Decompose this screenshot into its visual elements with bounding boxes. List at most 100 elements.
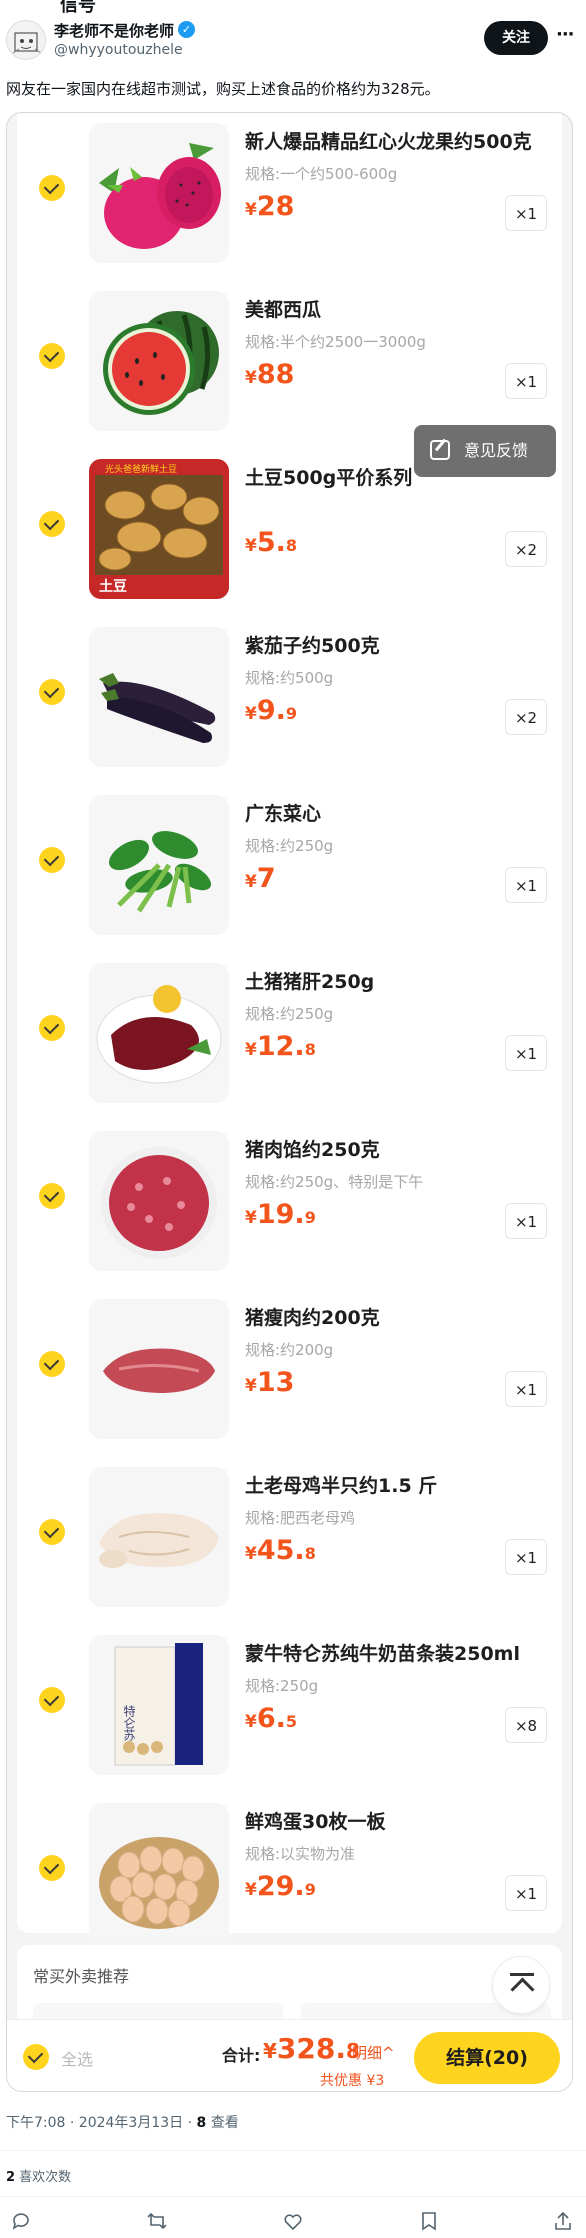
item-checkbox[interactable] <box>39 1687 65 1713</box>
item-checkbox[interactable] <box>39 847 65 873</box>
cart-item: 土猪猪肝250g 规格:约250g ¥12.8 ×1 <box>17 953 562 1121</box>
product-price: ¥12.8 <box>245 1031 316 1062</box>
views-count: 8 <box>196 2115 207 2131</box>
product-name[interactable]: 新人爆品精品红心火龙果约500克 <box>245 127 532 154</box>
bookmark-icon[interactable] <box>418 2210 440 2232</box>
cart-item: 猪肉馅约250克 规格:约250g、特别是下午 ¥19.9 ×1 <box>17 1121 562 1289</box>
cart-item: 新人爆品精品红心火龙果约500克 规格:一个约500-600g ¥28 ×1 <box>17 113 562 281</box>
cart-item: 鲜鸡蛋30枚一板 规格:以实物为准 ¥29.9 ×1 <box>17 1793 562 1961</box>
feedback-button[interactable]: 意见反馈 <box>414 425 556 477</box>
product-image-eggplant[interactable] <box>89 627 229 767</box>
product-spec: 规格:约250g <box>245 1005 334 1023</box>
likes-summary[interactable]: 2 喜欢次数 <box>6 2166 71 2185</box>
likes-count: 2 <box>6 2170 16 2185</box>
product-name[interactable]: 蒙牛特仑苏纯牛奶苗条装250ml <box>245 1639 520 1666</box>
product-price: ¥28 <box>245 191 295 222</box>
product-name[interactable]: 广东菜心 <box>245 799 321 826</box>
share-icon[interactable] <box>552 2210 574 2232</box>
product-spec: 规格:约200g <box>245 1341 334 1359</box>
product-image-eggs[interactable] <box>89 1803 229 1943</box>
quantity-badge[interactable]: ×1 <box>505 867 547 903</box>
cart-item: 土老母鸡半只约1.5 斤 规格:肥西老母鸡 ¥45.8 ×1 <box>17 1457 562 1625</box>
product-spec: 规格:约250g <box>245 837 334 855</box>
product-name[interactable]: 鲜鸡蛋30枚一板 <box>245 1807 385 1834</box>
product-name[interactable]: 土豆500g平价系列 <box>245 463 412 490</box>
reply-icon[interactable] <box>10 2210 32 2232</box>
item-checkbox[interactable] <box>39 679 65 705</box>
item-checkbox[interactable] <box>39 175 65 201</box>
cart-item: 特仑苏 蒙牛特仑苏纯牛奶苗条装250ml 规格:250g ¥6.5 ×8 <box>17 1625 562 1793</box>
post-timestamp[interactable]: 下午7:08 · 2024年3月13日 · <box>6 2115 197 2131</box>
quantity-badge[interactable]: ×1 <box>505 1203 547 1239</box>
follow-button[interactable]: 关注 <box>484 21 548 55</box>
checkout-button[interactable]: 结算(20) <box>414 2032 560 2084</box>
avatar[interactable] <box>6 20 46 60</box>
total-price: ¥328.8 <box>263 2032 360 2065</box>
item-checkbox[interactable] <box>39 1519 65 1545</box>
product-image-watermelon[interactable] <box>89 291 229 431</box>
product-name[interactable]: 紫茄子约500克 <box>245 631 380 658</box>
cart-item: 紫茄子约500克 规格:约500g ¥9.9 ×2 <box>17 617 562 785</box>
quantity-badge[interactable]: ×8 <box>505 1707 547 1743</box>
post-text: 网友在一家国内在线超市测试，购买上述食品的价格约为328元。 <box>6 80 440 98</box>
item-checkbox[interactable] <box>39 511 65 537</box>
quantity-badge[interactable]: ×2 <box>505 531 547 567</box>
author-handle[interactable]: @whyyoutouzhele <box>54 42 183 58</box>
product-image-milk[interactable]: 特仑苏 <box>89 1635 229 1775</box>
item-checkbox[interactable] <box>39 1855 65 1881</box>
like-heart-icon[interactable] <box>282 2210 304 2232</box>
item-checkbox[interactable] <box>39 1183 65 1209</box>
repost-icon[interactable] <box>146 2210 168 2232</box>
quantity-badge[interactable]: ×1 <box>505 1035 547 1071</box>
item-checkbox[interactable] <box>39 343 65 369</box>
views-label: 查看 <box>206 2115 239 2131</box>
quantity-badge[interactable]: ×1 <box>505 1875 547 1911</box>
likes-label: 喜欢次数 <box>15 2170 72 2185</box>
cart-list: 新人爆品精品红心火龙果约500克 规格:一个约500-600g ¥28 ×1 美… <box>17 113 562 1943</box>
quantity-badge[interactable]: ×1 <box>505 195 547 231</box>
total-label: 合计: <box>222 2046 261 2065</box>
product-image-minced-pork[interactable] <box>89 1131 229 1271</box>
quantity-badge[interactable]: ×2 <box>505 699 547 735</box>
product-name[interactable]: 土猪猪肝250g <box>245 967 374 994</box>
product-name[interactable]: 美都西瓜 <box>245 295 321 322</box>
product-spec: 规格:约250g、特别是下午 <box>245 1173 424 1191</box>
author-name[interactable]: 李老师不是你老师 <box>54 20 174 41</box>
product-image-potatoes[interactable]: 土豆 光头爸爸新鲜土豆 <box>89 459 229 599</box>
quantity-badge[interactable]: ×1 <box>505 1539 547 1575</box>
divider <box>0 2150 586 2151</box>
price-detail-link[interactable]: 明细^ <box>352 2042 395 2063</box>
product-spec: 规格:一个约500-600g <box>245 165 398 183</box>
product-price: ¥29.9 <box>245 1871 316 1902</box>
item-checkbox[interactable] <box>39 1015 65 1041</box>
edit-icon <box>430 440 450 460</box>
product-image-chicken[interactable] <box>89 1467 229 1607</box>
select-all-label[interactable]: 全选 <box>61 2046 93 2070</box>
product-spec: 规格:约500g <box>245 669 334 687</box>
cart-item: 广东菜心 规格:约250g ¥7 ×1 <box>17 785 562 953</box>
post-header: 信号 李老师不是你老师 ✓ @whyyoutouzhele 关注 ··· <box>0 0 586 70</box>
product-image-pork-liver[interactable] <box>89 963 229 1103</box>
verified-badge-icon: ✓ <box>178 21 195 38</box>
post-media-cart-screenshot[interactable]: 新人爆品精品红心火龙果约500克 规格:一个约500-600g ¥28 ×1 美… <box>6 112 573 2092</box>
product-spec: 规格:半个约2500一3000g <box>245 333 426 351</box>
product-image-lean-pork[interactable] <box>89 1299 229 1439</box>
product-image-dragon-fruit[interactable] <box>89 123 229 263</box>
product-price: ¥19.9 <box>245 1199 316 1230</box>
quantity-badge[interactable]: ×1 <box>505 363 547 399</box>
item-checkbox[interactable] <box>39 1351 65 1377</box>
product-price: ¥7 <box>245 863 276 894</box>
checkout-bar: 全选 合计: ¥328.8 明细^ 共优惠 ¥3 结算(20) <box>7 2019 572 2091</box>
more-options-icon[interactable]: ··· <box>556 24 574 45</box>
product-image-choy-sum[interactable] <box>89 795 229 935</box>
product-price: ¥45.8 <box>245 1535 316 1566</box>
product-name[interactable]: 猪肉馅约250克 <box>245 1135 380 1162</box>
select-all-checkbox[interactable] <box>23 2044 49 2070</box>
product-name[interactable]: 猪瘦肉约200克 <box>245 1303 380 1330</box>
back-to-top-icon[interactable] <box>492 1956 550 2014</box>
product-price: ¥5.8 <box>245 527 298 558</box>
potato-banner-top: 光头爸爸新鲜土豆 <box>105 463 177 475</box>
product-spec: 规格:以实物为准 <box>245 1845 356 1863</box>
product-name[interactable]: 土老母鸡半只约1.5 斤 <box>245 1471 437 1498</box>
quantity-badge[interactable]: ×1 <box>505 1371 547 1407</box>
